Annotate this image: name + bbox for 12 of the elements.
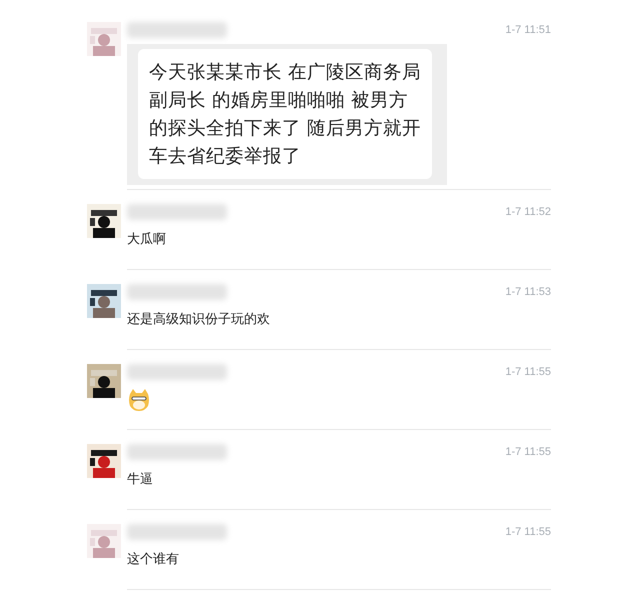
message-time: 1-7 11:55: [505, 365, 551, 378]
message-text: 这个谁有: [127, 551, 180, 568]
message-text: 牛逼: [127, 471, 154, 488]
message-text: 还是高级知识份子玩的欢: [127, 311, 271, 328]
message-time: 1-7 11:52: [505, 205, 551, 218]
message-text: 今天张某某市长 在广陵区商务局副局长 的婚房里啪啪啪 被男方的探头全拍下来了 随后男方就开车去省纪委举报了: [149, 61, 422, 169]
message-time: 1-7 11:55: [505, 525, 551, 538]
message-time: 1-7 11:55: [505, 445, 551, 458]
message-time: 1-7 11:53: [505, 285, 551, 298]
message-text: 大瓜啊: [127, 231, 167, 248]
message-time: 1-7 11:51: [505, 23, 551, 36]
sticker-icon: [127, 388, 151, 412]
